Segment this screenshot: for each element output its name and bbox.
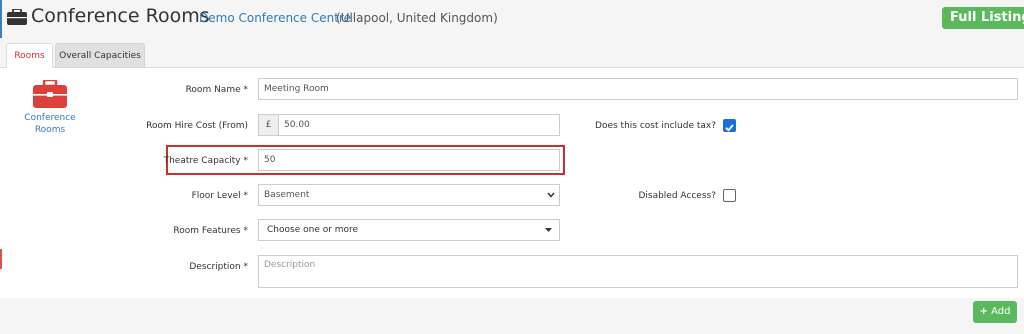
disabled-access-label: Disabled Access? bbox=[638, 191, 716, 201]
sidebar-conference-rooms-label[interactable]: Conference Rooms bbox=[22, 112, 78, 136]
page-title: Conference Rooms bbox=[31, 5, 210, 27]
tab-overall-capacities[interactable]: Overall Capacities bbox=[55, 43, 145, 68]
theatre-capacity-input[interactable]: 50 bbox=[258, 149, 560, 171]
include-tax-checkbox[interactable] bbox=[723, 119, 736, 132]
left-edge-marker bbox=[0, 249, 2, 269]
room-name-label: Room Name * bbox=[185, 85, 248, 95]
full-listing-button[interactable]: Full Listing bbox=[942, 7, 1024, 29]
currency-addon: £ bbox=[258, 114, 279, 136]
floor-level-label: Floor Level * bbox=[191, 191, 248, 201]
description-textarea[interactable]: Description bbox=[258, 255, 1018, 288]
left-accent-bar bbox=[0, 0, 2, 38]
room-features-label: Room Features * bbox=[173, 226, 248, 236]
conference-rooms-icon[interactable] bbox=[33, 80, 67, 108]
include-tax-label: Does this cost include tax? bbox=[595, 121, 716, 131]
room-features-placeholder: Choose one or more bbox=[267, 225, 359, 235]
add-button[interactable]: + Add bbox=[973, 301, 1017, 323]
room-hire-cost-label: Room Hire Cost (From) bbox=[146, 121, 248, 131]
venue-location: (Ullapool, United Kingdom) bbox=[336, 11, 498, 25]
room-name-input[interactable]: Meeting Room bbox=[258, 78, 1018, 100]
venue-name-link[interactable]: Demo Conference Centre bbox=[199, 11, 351, 25]
floor-level-select[interactable]: Basement bbox=[258, 184, 560, 206]
tab-rooms[interactable]: Rooms bbox=[6, 43, 53, 68]
briefcase-icon bbox=[7, 9, 27, 25]
add-button-label: Add bbox=[991, 306, 1011, 317]
theatre-capacity-label: Theatre Capacity * bbox=[163, 156, 248, 166]
room-features-select[interactable]: Choose one or more bbox=[258, 219, 560, 241]
top-bar: Conference Rooms Demo Conference Centre … bbox=[0, 0, 1024, 38]
floor-level-value: Basement bbox=[264, 190, 310, 200]
caret-down-icon bbox=[545, 228, 552, 232]
disabled-access-checkbox[interactable] bbox=[723, 189, 736, 202]
chevron-down-icon bbox=[547, 192, 555, 198]
tab-strip: Rooms Overall Capacities bbox=[0, 38, 1024, 68]
description-label: Description * bbox=[189, 262, 248, 272]
room-hire-cost-input[interactable]: 50.00 bbox=[278, 114, 560, 136]
check-icon bbox=[725, 124, 734, 132]
plus-icon: + bbox=[979, 306, 988, 317]
footer-band bbox=[0, 298, 1024, 334]
